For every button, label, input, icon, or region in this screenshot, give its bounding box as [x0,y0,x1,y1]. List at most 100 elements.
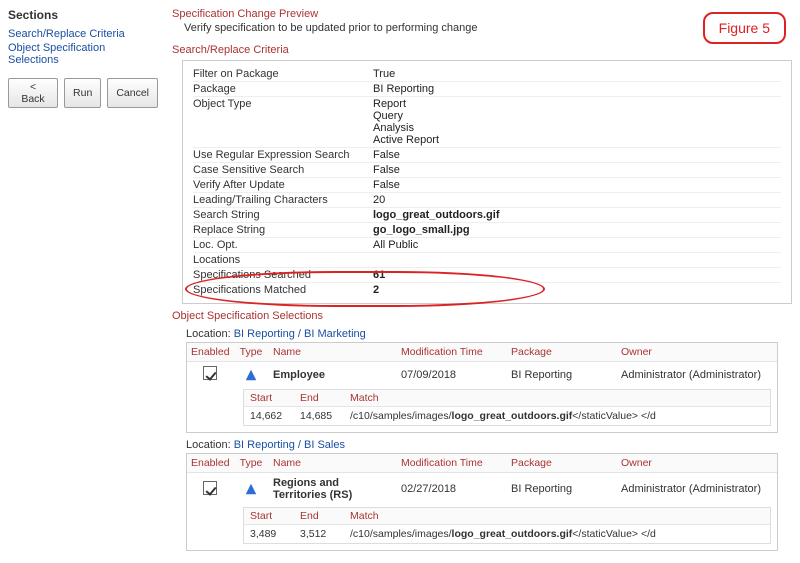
match-text: /c10/samples/images/logo_great_outdoors.… [344,407,770,425]
enabled-checkbox[interactable] [203,481,217,495]
object-mtime: 02/27/2018 [397,479,507,499]
match-table: StartEndMatch14,66214,685/c10/samples/im… [243,389,771,426]
criteria-label: Use Regular Expression Search [193,149,373,161]
preview-subtitle: Verify specification to be updated prior… [184,22,792,34]
criteria-label: Object Type [193,98,373,146]
criteria-label: Specifications Matched [193,284,373,296]
col-enabled: Enabled [187,454,233,472]
criteria-label: Specifications Searched [193,269,373,281]
object-package: BI Reporting [507,365,617,385]
criteria-row: Verify After UpdateFalse [193,177,781,192]
location-heading: Location: BI Reporting / BI Marketing [186,328,792,340]
match-row: 14,66214,685/c10/samples/images/logo_gre… [244,407,770,425]
criteria-value: True [373,68,781,80]
nav-link-criteria[interactable]: Search/Replace Criteria [8,28,158,40]
criteria-row: Case Sensitive SearchFalse [193,162,781,177]
criteria-label: Package [193,83,373,95]
report-icon [237,482,265,496]
match-end: 14,685 [294,407,344,425]
criteria-row: Locations [193,252,781,267]
criteria-row: Specifications Searched61 [193,267,781,282]
col-name: Name [269,454,397,472]
preview-title: Specification Change Preview [172,8,792,20]
col-mtime: Modification Time [397,343,507,361]
table-row: Regions and Territories (RS)02/27/2018BI… [187,473,777,505]
criteria-value: logo_great_outdoors.gif [373,209,781,221]
col-end: End [294,508,344,524]
sidebar: Sections Search/Replace Criteria Object … [8,8,158,555]
enabled-checkbox[interactable] [203,366,217,380]
location-label: Location: [186,328,234,340]
location-path: BI Reporting / BI Sales [234,439,345,451]
col-owner: Owner [617,343,777,361]
back-button[interactable]: < Back [8,78,58,108]
criteria-label: Locations [193,254,373,266]
criteria-value: False [373,149,781,161]
figure-badge: Figure 5 [703,12,786,44]
col-type: Type [233,343,269,361]
criteria-row: Search Stringlogo_great_outdoors.gif [193,207,781,222]
match-row: 3,4893,512/c10/samples/images/logo_great… [244,525,770,543]
object-owner: Administrator (Administrator) [617,365,777,385]
col-mtime: Modification Time [397,454,507,472]
criteria-row: Leading/Trailing Characters20 [193,192,781,207]
criteria-row: PackageBI Reporting [193,81,781,96]
criteria-label: Filter on Package [193,68,373,80]
col-package: Package [507,454,617,472]
match-text: /c10/samples/images/logo_great_outdoors.… [344,525,770,543]
main-content: Figure 5 Specification Change Preview Ve… [172,8,792,555]
col-start: Start [244,508,294,524]
location-label: Location: [186,439,234,451]
criteria-row: Specifications Matched2 [193,282,781,297]
criteria-value: 20 [373,194,781,206]
criteria-row: Object TypeReport Query Analysis Active … [193,96,781,147]
match-start: 3,489 [244,525,294,543]
object-owner: Administrator (Administrator) [617,479,777,499]
criteria-label: Leading/Trailing Characters [193,194,373,206]
table-row: Employee07/09/2018BI ReportingAdministra… [187,362,777,387]
col-owner: Owner [617,454,777,472]
criteria-row: Replace Stringgo_logo_small.jpg [193,222,781,237]
col-match: Match [344,508,770,524]
criteria-row: Filter on PackageTrue [193,67,781,81]
run-button[interactable]: Run [64,78,101,108]
object-table: EnabledTypeNameModification TimePackageO… [186,342,778,433]
criteria-label: Loc. Opt. [193,239,373,251]
col-start: Start [244,390,294,406]
criteria-value: 2 [373,284,781,296]
cancel-button[interactable]: Cancel [107,78,158,108]
criteria-value [373,254,781,266]
criteria-row: Loc. Opt.All Public [193,237,781,252]
col-enabled: Enabled [187,343,233,361]
criteria-value: 61 [373,269,781,281]
criteria-table: Filter on PackageTruePackageBI Reporting… [182,60,792,304]
locations-container: Location: BI Reporting / BI Marketing Ena… [172,328,792,551]
sidebar-heading: Sections [8,8,158,22]
col-package: Package [507,343,617,361]
criteria-value: BI Reporting [373,83,781,95]
match-header: StartEndMatch [244,390,770,407]
criteria-heading: Search/Replace Criteria [172,44,792,56]
match-table: StartEndMatch3,4893,512/c10/samples/imag… [243,507,771,544]
object-mtime: 07/09/2018 [397,365,507,385]
criteria-label: Search String [193,209,373,221]
criteria-value: go_logo_small.jpg [373,224,781,236]
location-heading: Location: BI Reporting / BI Sales [186,439,792,451]
criteria-label: Replace String [193,224,373,236]
object-name[interactable]: Regions and Territories (RS) [269,473,397,505]
selections-heading: Object Specification Selections [172,310,792,322]
col-end: End [294,390,344,406]
object-name[interactable]: Employee [269,365,397,385]
col-type: Type [233,454,269,472]
criteria-value: Report Query Analysis Active Report [373,98,781,146]
criteria-label: Case Sensitive Search [193,164,373,176]
match-start: 14,662 [244,407,294,425]
nav-link-selections[interactable]: Object Specification Selections [8,42,158,66]
object-package: BI Reporting [507,479,617,499]
match-header: StartEndMatch [244,508,770,525]
match-end: 3,512 [294,525,344,543]
criteria-label: Verify After Update [193,179,373,191]
object-table: EnabledTypeNameModification TimePackageO… [186,453,778,551]
report-icon [237,368,265,382]
col-match: Match [344,390,770,406]
